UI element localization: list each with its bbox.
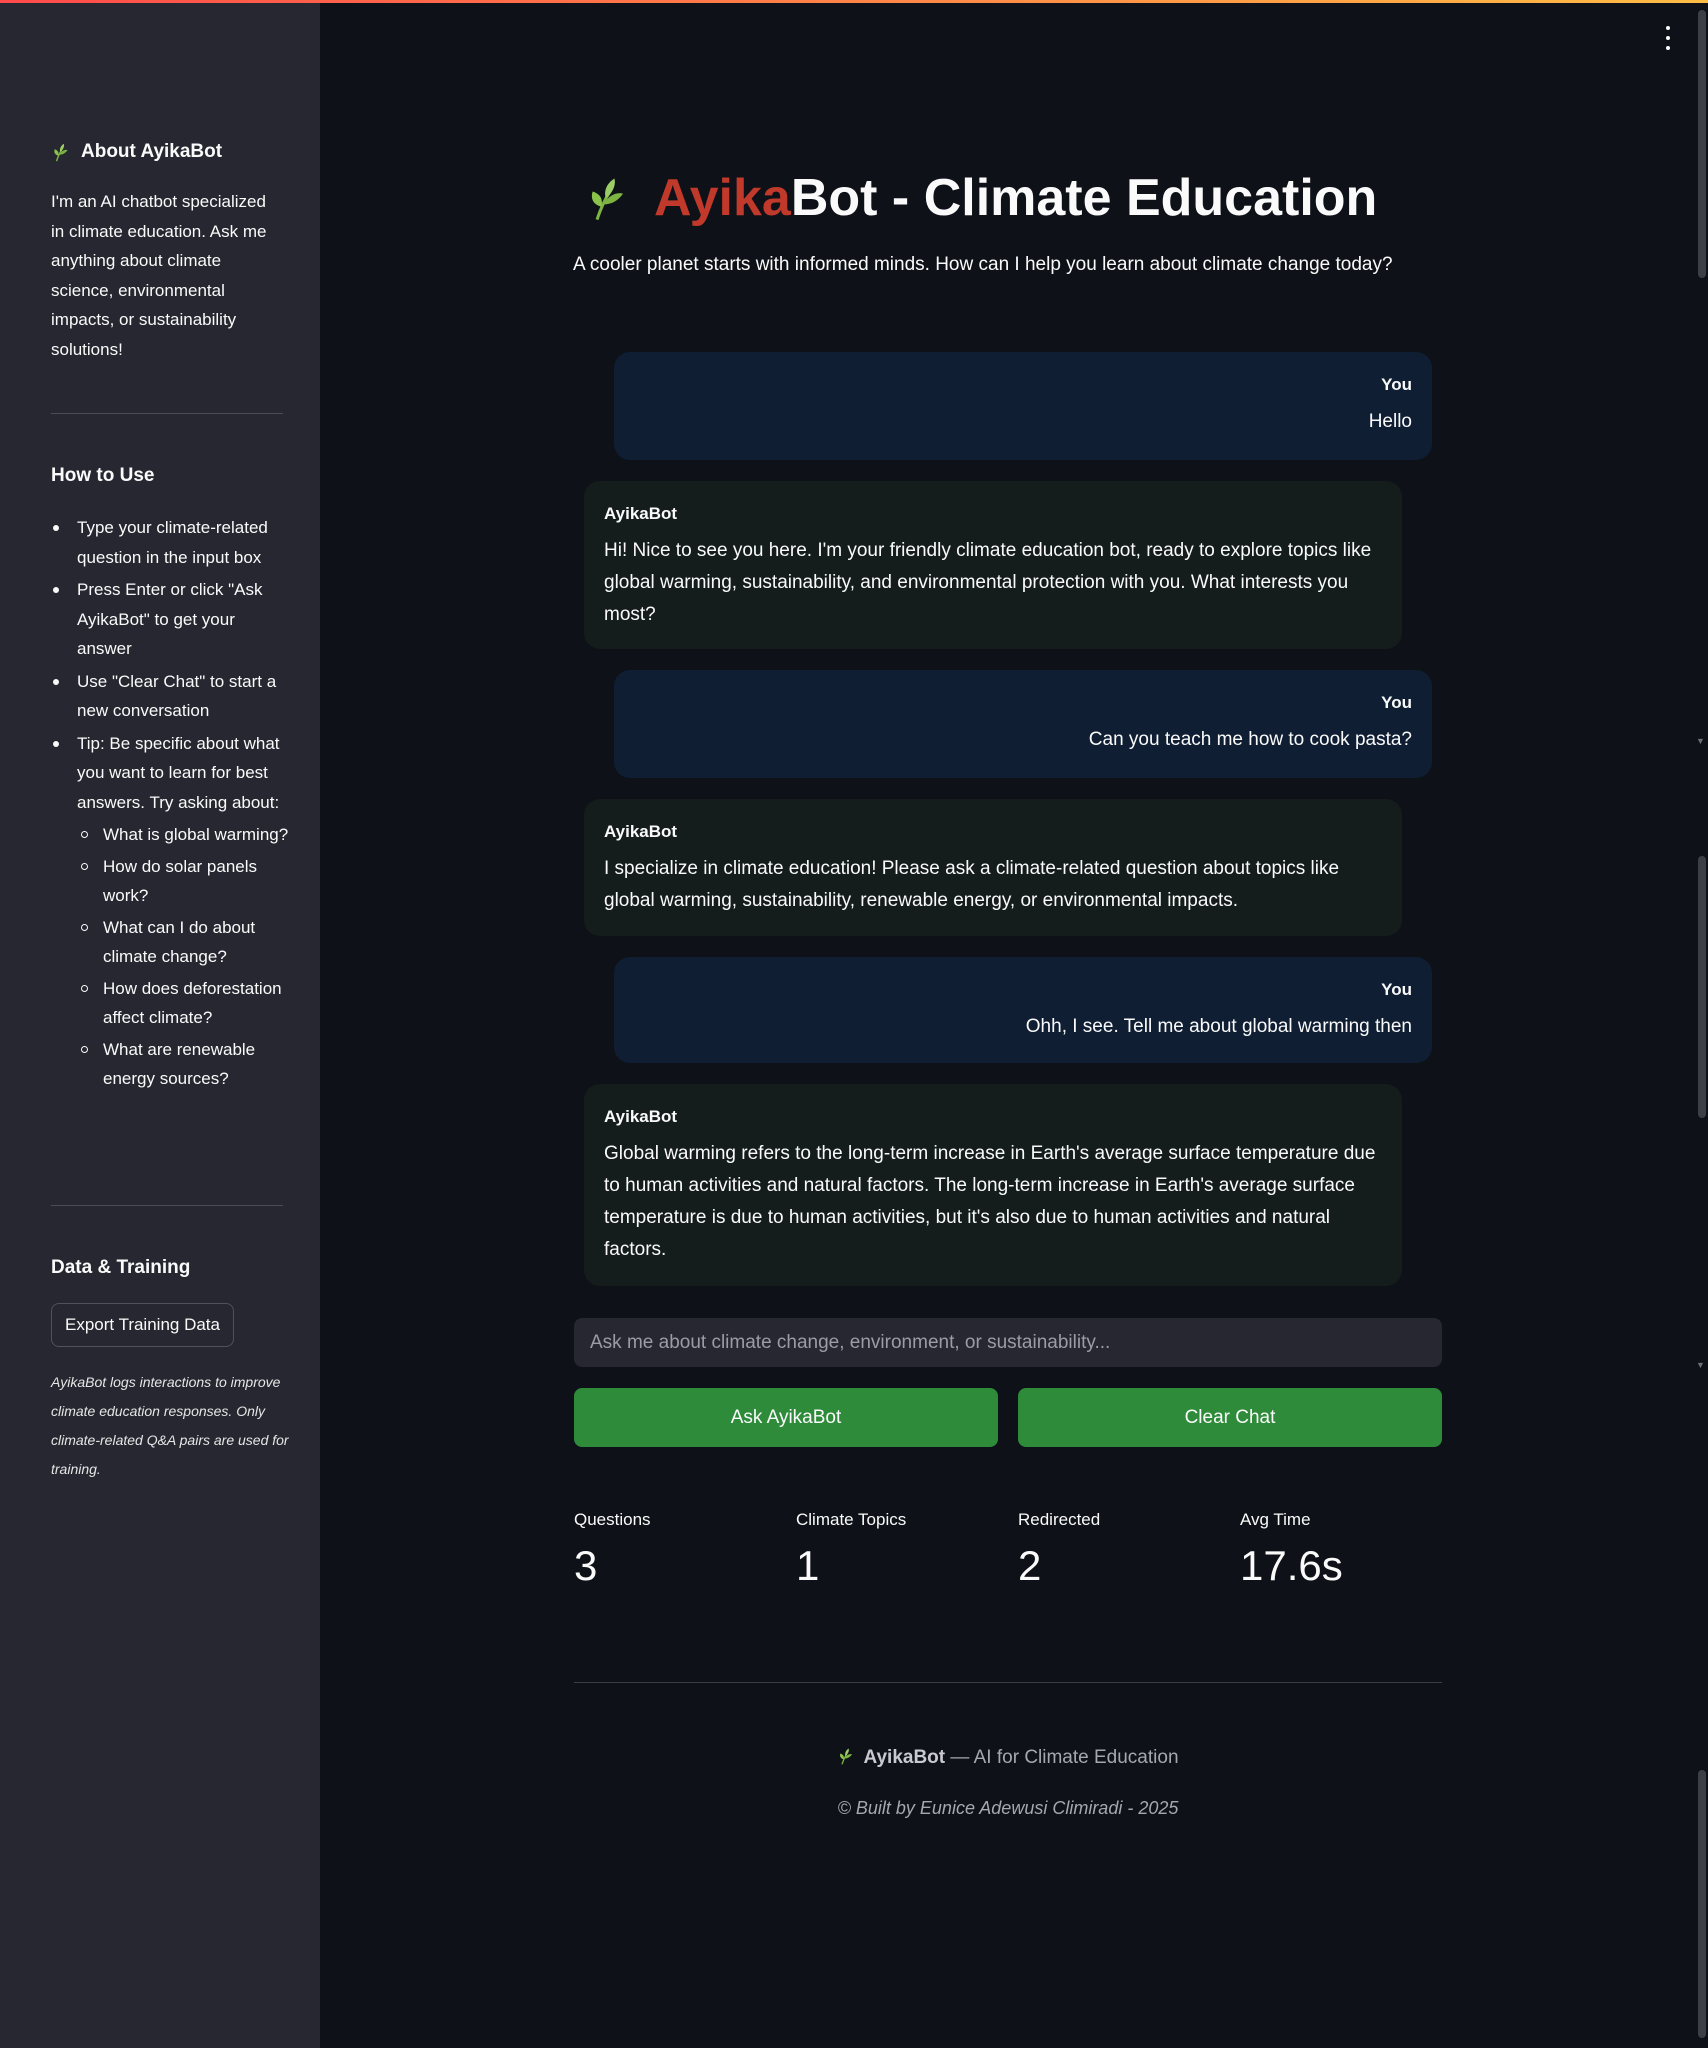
footer-tagline: — AI for Climate Education	[945, 1747, 1179, 1768]
kebab-menu-icon[interactable]	[1660, 26, 1676, 50]
message-text: Hi! Nice to see you here. I'm your frien…	[604, 540, 1372, 625]
title-accent: Ayika	[654, 169, 791, 227]
training-note: AyikaBot logs interactions to improve cl…	[51, 1374, 289, 1477]
metric-value: 3	[574, 1542, 598, 1589]
suggestion-item: What can I do about climate change?	[77, 913, 291, 972]
footer-divider	[574, 1682, 1442, 1683]
metric-label: Climate Topics	[796, 1510, 907, 1529]
howto-item: Type your climate-related question in th…	[51, 513, 291, 572]
ask-ayikabot-button[interactable]: Ask AyikaBot	[574, 1388, 998, 1447]
message-author: AyikaBot	[604, 504, 678, 523]
howto-item-text: Tip: Be specific about what you want to …	[77, 733, 280, 812]
message-author: You	[1381, 693, 1412, 712]
chat-message-user: You Hello	[614, 352, 1432, 460]
suggestion-item: What is global warming?	[77, 820, 291, 850]
howto-heading: How to Use	[51, 465, 155, 486]
footer-copyright: © Built by Eunice Adewusi Climiradi - 20…	[837, 1798, 1179, 1818]
message-text: Can you teach me how to cook pasta?	[1088, 729, 1412, 750]
chat-message-bot: AyikaBot Hi! Nice to see you here. I'm y…	[584, 481, 1402, 649]
title-rest: Bot - Climate Education	[790, 169, 1378, 227]
clear-chat-button[interactable]: Clear Chat	[1018, 1388, 1442, 1447]
message-text: Hello	[1368, 411, 1412, 432]
scroll-down-arrow-icon[interactable]: ▼	[1696, 1360, 1705, 1370]
metric-redirected: Redirected 2	[1018, 1510, 1218, 1590]
scrollbar-thumb[interactable]	[1698, 1770, 1706, 2038]
message-text: I specialize in climate education! Pleas…	[604, 858, 1340, 911]
seedling-icon	[840, 1748, 853, 1765]
message-text: Ohh, I see. Tell me about global warming…	[1025, 1016, 1412, 1037]
chat-message-bot: AyikaBot Global warming refers to the lo…	[584, 1084, 1402, 1286]
page-title: AyikaBot - Climate Education	[584, 168, 1377, 228]
howto-item-text: Type your climate-related question in th…	[77, 518, 268, 567]
metric-value: 2	[1018, 1542, 1042, 1589]
message-author: AyikaBot	[604, 822, 678, 841]
message-text: Global warming refers to the long-term i…	[604, 1143, 1376, 1260]
metric-questions: Questions 3	[574, 1510, 774, 1590]
message-author: You	[1381, 980, 1412, 999]
howto-item-text: Use "Clear Chat" to start a new conversa…	[77, 671, 277, 721]
chat-input[interactable]	[574, 1318, 1442, 1367]
chat-message-user: You Can you teach me how to cook pasta?	[614, 670, 1432, 778]
footer-brand: AyikaBot — AI for Climate Education	[574, 1746, 1442, 1769]
metric-avg-time: Avg Time 17.6s	[1240, 1510, 1440, 1590]
howto-item: Tip: Be specific about what you want to …	[51, 729, 291, 1094]
sidebar-divider	[51, 413, 283, 414]
footer-brand-name: AyikaBot	[863, 1747, 946, 1768]
scrollbar-thumb[interactable]	[1698, 10, 1706, 278]
suggestion-list: What is global warming? How do solar pan…	[77, 820, 291, 1094]
metric-value: 17.6s	[1240, 1542, 1343, 1589]
suggestion-item: How does deforestation affect climate?	[77, 974, 291, 1033]
scrollbar[interactable]: ▼ ▼	[1696, 0, 1708, 2048]
seedling-icon	[591, 178, 623, 221]
metric-label: Questions	[574, 1510, 651, 1529]
about-description: I'm an AI chatbot specialized in climate…	[51, 192, 267, 359]
metric-label: Redirected	[1018, 1510, 1101, 1529]
sidebar: About AyikaBot I'm an AI chatbot special…	[0, 3, 320, 2048]
metric-climate-topics: Climate Topics 1	[796, 1510, 996, 1590]
howto-item: Press Enter or click "Ask AyikaBot" to g…	[51, 575, 291, 664]
chat-message-user: You Ohh, I see. Tell me about global war…	[614, 957, 1432, 1063]
metric-label: Avg Time	[1240, 1510, 1311, 1529]
chat-message-bot: AyikaBot I specialize in climate educati…	[584, 799, 1402, 936]
about-title: About AyikaBot	[81, 141, 223, 162]
suggestion-item: What are renewable energy sources?	[77, 1035, 291, 1094]
scroll-down-arrow-icon[interactable]: ▼	[1696, 736, 1705, 746]
sidebar-divider	[51, 1205, 283, 1206]
howto-item: Use "Clear Chat" to start a new conversa…	[51, 667, 291, 726]
page-subtitle: A cooler planet starts with informed min…	[573, 254, 1393, 275]
about-heading: About AyikaBot	[51, 141, 222, 163]
howto-item-text: Press Enter or click "Ask AyikaBot" to g…	[77, 580, 263, 658]
metric-value: 1	[796, 1542, 820, 1589]
message-author: You	[1381, 375, 1412, 394]
suggestion-item: How do solar panels work?	[77, 852, 291, 911]
data-training-heading: Data & Training	[51, 1257, 191, 1278]
message-author: AyikaBot	[604, 1107, 678, 1126]
seedling-icon	[54, 143, 68, 162]
export-training-data-button[interactable]: Export Training Data	[51, 1303, 234, 1347]
scrollbar-thumb[interactable]	[1698, 856, 1706, 1118]
howto-list: Type your climate-related question in th…	[51, 513, 291, 1097]
